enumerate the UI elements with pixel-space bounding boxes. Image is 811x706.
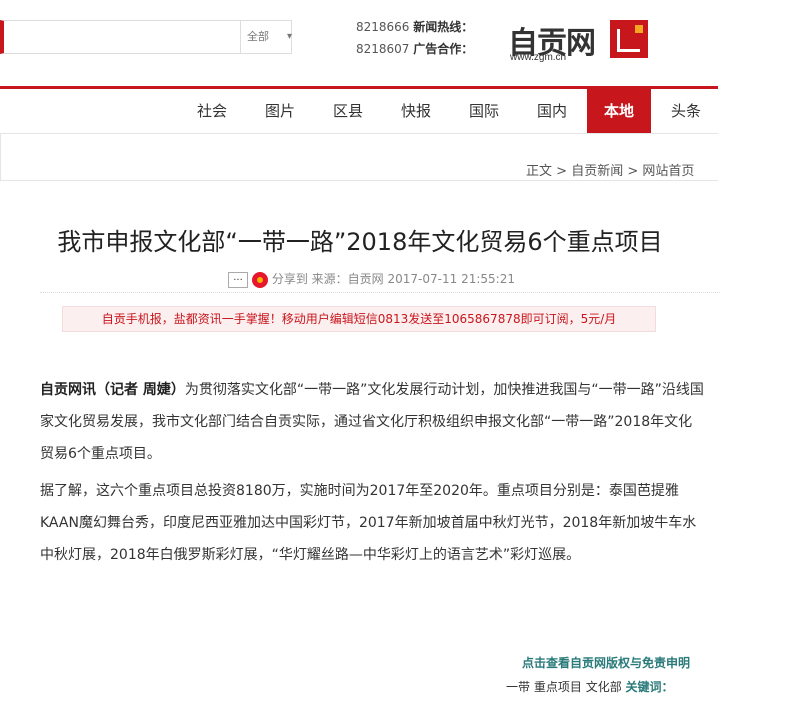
hotline-info: 8218666 新闻热线： 8218607 广告合作： xyxy=(356,16,473,60)
logo-url: www.zgm.cn xyxy=(510,52,567,63)
ad-number: 8218607 xyxy=(356,42,410,56)
keywords: 一带 重点项目 文化部 关键词： xyxy=(506,678,674,695)
more-share-button[interactable]: ... xyxy=(228,271,248,288)
article-date: 2017-07-11 21:55:21 xyxy=(387,272,515,286)
nav-item-international[interactable]: 国际 xyxy=(452,89,516,133)
article-body: 自贡网讯（记者 周婕）为贯彻落实文化部“一带一路”文化发展行动计划，加快推进我国… xyxy=(40,374,706,576)
ad-label: 广告合作： xyxy=(413,42,474,56)
breadcrumb: 正文 > 自贡新闻 > 网站首页 xyxy=(526,160,694,179)
share-label: 分享到 xyxy=(271,272,308,286)
article-source: 来源：自贡网 xyxy=(311,272,384,286)
nav-item-society[interactable]: 社会 xyxy=(180,89,244,133)
hotline-label: 新闻热线： xyxy=(413,20,474,34)
nav-item-photos[interactable]: 图片 xyxy=(248,89,312,133)
promo-banner[interactable]: 自贡手机报，盐都资讯一手掌握！移动用户编辑短信0813发送至1065867878… xyxy=(62,306,656,332)
article-title: 我市申报文化部“一带一路”2018年文化贸易6个重点项目 xyxy=(57,228,663,256)
keywords-label: 关键词： xyxy=(625,680,674,694)
breadcrumb-divider xyxy=(0,180,718,181)
nav-item-headline[interactable]: 头条 xyxy=(654,89,718,133)
search-scope-select[interactable]: 全部 ▾ xyxy=(240,21,296,53)
article-paragraph: 据了解，这六个重点项目总投资8180万，实施时间为2017年至2020年。重点项… xyxy=(40,483,697,563)
article-paragraph: 自贡网讯（记者 周婕）为贯彻落实文化部“一带一路”文化发展行动计划，加快推进我国… xyxy=(40,374,706,470)
nav-item-flash[interactable]: 快报 xyxy=(384,89,448,133)
site-logo[interactable]: 自贡网 www.zgm.cn xyxy=(508,14,653,66)
breadcrumb-separator: > xyxy=(556,164,568,179)
keyword-link[interactable]: 文化部 xyxy=(586,680,622,694)
breadcrumb-separator: > xyxy=(627,164,639,179)
chevron-down-icon: ▾ xyxy=(286,31,292,42)
nav-item-local[interactable]: 本地 xyxy=(587,89,651,133)
meta-divider xyxy=(40,292,720,294)
search-box[interactable]: 全部 ▾ xyxy=(0,20,292,54)
article-meta: ... 分享到 来源：自贡网 2017-07-11 21:55:21 xyxy=(228,270,518,288)
logo-mark-icon xyxy=(610,20,648,58)
breadcrumb-home[interactable]: 网站首页 xyxy=(642,164,694,179)
breadcrumb-current: 正文 xyxy=(526,164,553,179)
keyword-link[interactable]: 重点项目 xyxy=(534,680,582,694)
search-scope-label: 全部 xyxy=(247,30,269,43)
breadcrumb-section[interactable]: 自贡新闻 xyxy=(571,164,623,179)
main-nav: 头条 本地 国内 国际 快报 区县 图片 社会 xyxy=(0,89,718,134)
hotline-number: 8218666 xyxy=(356,20,410,34)
nav-item-domestic[interactable]: 国内 xyxy=(520,89,584,133)
left-border xyxy=(0,134,1,180)
nav-item-county[interactable]: 区县 xyxy=(316,89,380,133)
weibo-icon[interactable] xyxy=(252,271,268,288)
copyright-link[interactable]: 点击查看自贡网版权与免责申明 xyxy=(522,654,690,671)
keyword-link[interactable]: 一带 xyxy=(506,680,530,694)
article-lead: 自贡网讯（记者 周婕） xyxy=(40,382,185,398)
